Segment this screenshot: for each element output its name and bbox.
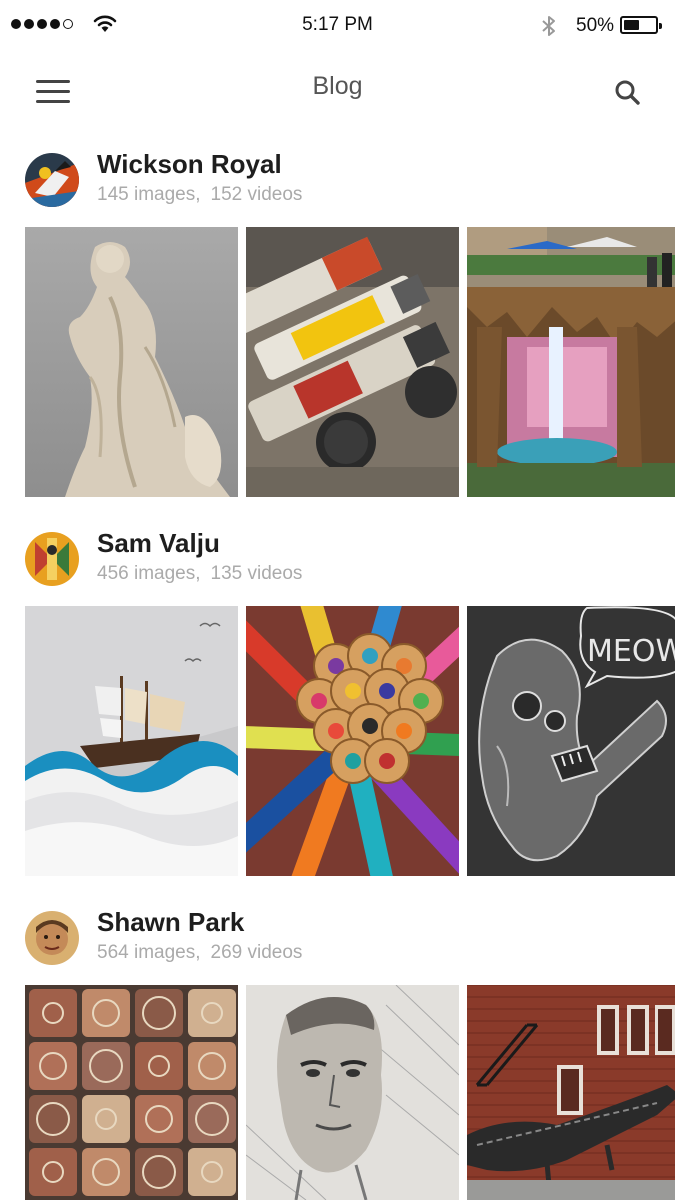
photo-thumbnail-ceramic-tiles[interactable] (25, 985, 238, 1200)
chalk-bubble-text: MEOW. (587, 634, 675, 669)
photo-thumbnail-brick-wall-crocodile-mural[interactable] (467, 985, 675, 1200)
photo-thumbnail-marble-statue[interactable] (25, 227, 238, 497)
photo-thumbnail-newspaper-face-collage[interactable] (246, 985, 459, 1200)
video-count: 135 videos (210, 563, 303, 584)
search-button[interactable] (611, 76, 645, 110)
author-name[interactable]: Shawn Park (97, 907, 244, 938)
author-avatar[interactable] (25, 911, 79, 965)
page-title: Blog (312, 72, 363, 100)
photo-grid (25, 985, 675, 1200)
video-count: 152 videos (210, 184, 303, 205)
image-count: 145 images, (97, 184, 201, 205)
author-name[interactable]: Wickson Royal (97, 149, 282, 180)
author-stats: 564 images, 269 videos (97, 942, 302, 964)
status-bar: 5:17 PM 50% (0, 0, 675, 52)
photo-thumbnail-colored-pencils[interactable] (246, 606, 459, 876)
image-count: 456 images, (97, 563, 201, 584)
author-stats: 145 images, 152 videos (97, 184, 302, 206)
photo-thumbnail-paint-tubes[interactable] (246, 227, 459, 497)
image-count: 564 images, (97, 942, 201, 963)
photo-thumbnail-chalk-skull-meow[interactable]: MEOW. (467, 606, 675, 876)
photo-thumbnail-street-waterfall-art[interactable] (467, 227, 675, 497)
bluetooth-icon (542, 16, 555, 36)
nav-bar: Blog (0, 52, 675, 132)
author-stats: 456 images, 135 videos (97, 563, 302, 585)
author-avatar[interactable] (25, 153, 79, 207)
battery-percent: 50% (576, 15, 615, 36)
author-avatar[interactable] (25, 532, 79, 586)
search-icon (615, 80, 640, 105)
photo-grid: MEOW. (25, 606, 675, 876)
photo-thumbnail-paper-ship-waves[interactable] (25, 606, 238, 876)
author-name[interactable]: Sam Valju (97, 528, 220, 559)
video-count: 269 videos (210, 942, 303, 963)
status-time: 5:17 PM (302, 14, 373, 35)
battery-icon (620, 16, 662, 34)
photo-grid (25, 227, 675, 497)
menu-button[interactable] (34, 78, 74, 106)
